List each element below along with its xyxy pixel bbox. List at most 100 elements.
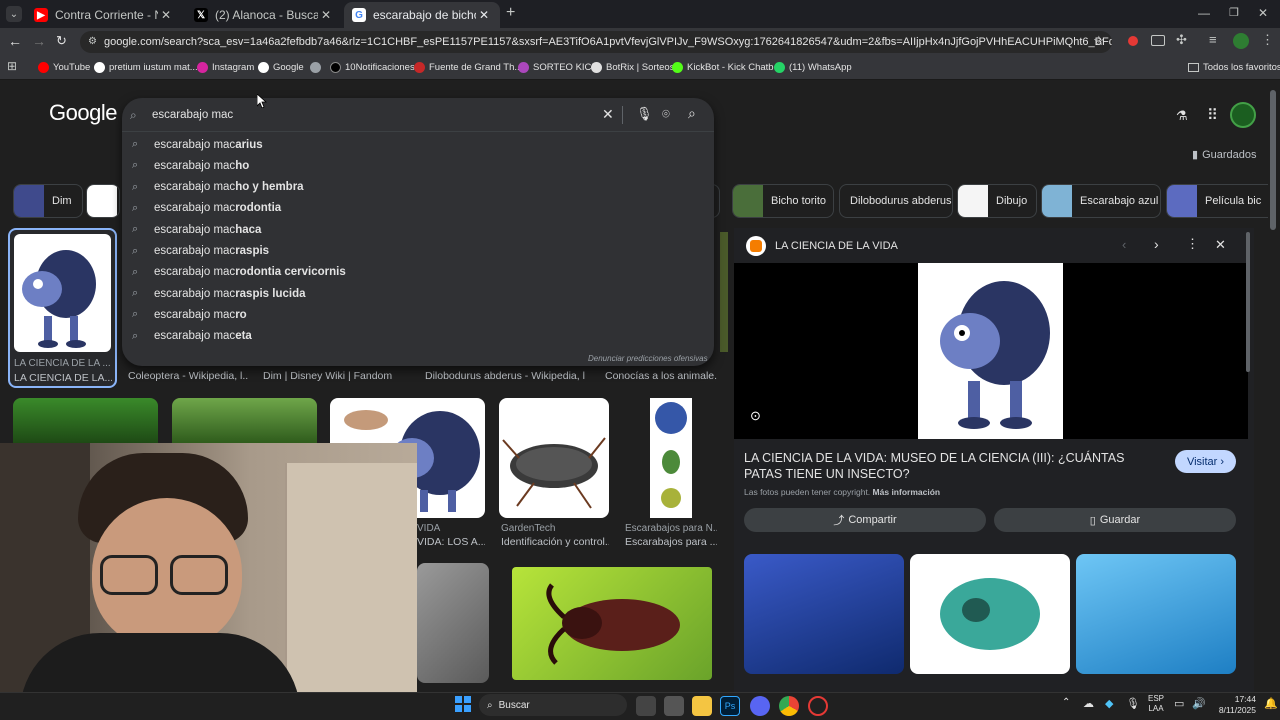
- result-image-ground-beetle[interactable]: [499, 398, 609, 518]
- task-view-icon[interactable]: [636, 696, 656, 716]
- search-submit-icon[interactable]: ⌕: [688, 105, 696, 122]
- saved-link[interactable]: ▮ Guardados: [1192, 148, 1257, 162]
- bookmark-pretium[interactable]: pretium iustum mat...: [94, 59, 198, 75]
- next-icon[interactable]: ›: [1154, 236, 1159, 252]
- minimize-icon[interactable]: —: [1198, 6, 1210, 20]
- result-image-rhino-beetle[interactable]: [512, 567, 712, 680]
- forward-icon[interactable]: →: [32, 33, 46, 49]
- bookmark-instagram[interactable]: Instagram: [197, 59, 254, 75]
- result-image-beetle-green[interactable]: [13, 398, 158, 443]
- related-image-1[interactable]: [744, 554, 904, 674]
- apps-icon[interactable]: ⠿: [1207, 106, 1218, 124]
- discord-icon[interactable]: [750, 696, 770, 716]
- bookmark-star-icon[interactable]: ☆: [1093, 33, 1105, 49]
- suggestion-item[interactable]: ⌕ escarabajo mac raspis: [132, 241, 692, 262]
- suggestion-item[interactable]: ⌕ escarabajo mac ho y hembra: [132, 177, 692, 198]
- result-title[interactable]: Conocías a los animale...: [605, 370, 717, 382]
- clock[interactable]: 17:44 8/11/2025: [1208, 694, 1256, 716]
- result-card-selected[interactable]: LA CIENCIA DE LA ... LA CIENCIA DE LA...: [8, 228, 117, 388]
- media-icon[interactable]: ≡: [1209, 32, 1217, 47]
- result-image-beetle-species[interactable]: [650, 398, 692, 518]
- address-bar[interactable]: ⚙ google.com/search?sca_esv=1a46a2fefbdb…: [80, 31, 1112, 53]
- chip-escarabajo-azul[interactable]: Escarabajo azul: [1041, 184, 1161, 218]
- suggestion-item[interactable]: ⌕ escarabajo mac eta: [132, 326, 692, 347]
- chip-pelicula[interactable]: Película bic: [1166, 184, 1268, 218]
- suggestion-item[interactable]: ⌕ escarabajo mac rodontia cervicornis: [132, 262, 692, 283]
- tab-contra-corriente[interactable]: ▶ Contra Corriente - NOV 06 - Ele ✕: [26, 2, 182, 28]
- result-title[interactable]: Coleoptera - Wikipedia, l...: [128, 370, 248, 382]
- labs-flask-icon[interactable]: ⚗: [1176, 108, 1188, 124]
- reload-icon[interactable]: ↻: [56, 33, 67, 49]
- volume-icon[interactable]: 🔊: [1192, 697, 1206, 710]
- bookmark-sorteo-kick[interactable]: SORTEO KICK: [518, 59, 598, 75]
- bookmark-botrix[interactable]: BotRix | Sorteos: [591, 59, 674, 75]
- result-title[interactable]: VIDA: LOS A...: [417, 536, 485, 548]
- result-title[interactable]: Escarabajos para ...: [625, 536, 717, 548]
- clear-icon[interactable]: ✕: [602, 106, 614, 123]
- obs-record-icon[interactable]: [808, 696, 828, 716]
- tray-chevron-icon[interactable]: ⌃: [1062, 697, 1070, 708]
- back-icon[interactable]: ←: [8, 33, 22, 49]
- extension-icon[interactable]: [1151, 35, 1165, 46]
- camera-lens-icon[interactable]: ⌾: [662, 106, 670, 122]
- tab-alanoca[interactable]: 𝕏 (2) Alanoca - Buscar / X ✕: [186, 2, 342, 28]
- bookmark-globe[interactable]: [310, 59, 325, 75]
- result-title[interactable]: Dim | Disney Wiki | Fandom: [263, 370, 413, 382]
- puzzle-icon[interactable]: ✣: [1176, 32, 1187, 48]
- result-title[interactable]: Dilobodurus abderus - Wikipedia, l...: [425, 370, 585, 382]
- tab-search-icon[interactable]: ⌄: [6, 6, 22, 22]
- suggestion-item[interactable]: ⌕ escarabajo mac raspis lucida: [132, 283, 692, 304]
- related-image-2[interactable]: [910, 554, 1070, 674]
- account-avatar[interactable]: [1230, 102, 1256, 128]
- photoshop-icon[interactable]: Ps: [720, 696, 740, 716]
- result-title[interactable]: Identificación y control...: [501, 536, 609, 548]
- app-icon[interactable]: [664, 696, 684, 716]
- mic-icon[interactable]: 🎙: [636, 106, 653, 122]
- share-button[interactable]: ⤴ Compartir: [744, 508, 986, 532]
- lens-search-icon[interactable]: ⊙: [750, 408, 761, 424]
- result-image-rock-beetle[interactable]: [417, 563, 489, 683]
- save-button[interactable]: ▯ Guardar: [994, 508, 1236, 532]
- taskbar-search[interactable]: ⌕ Buscar: [479, 694, 627, 716]
- cloud-icon[interactable]: ☁: [1083, 697, 1094, 710]
- close-panel-icon[interactable]: ✕: [1215, 237, 1226, 253]
- extension-record-icon[interactable]: [1128, 36, 1138, 46]
- chip-dilobodurus[interactable]: Dilobodurus abderus: [839, 184, 953, 218]
- tray-app-icon[interactable]: ◆: [1105, 697, 1113, 710]
- tab-escarabajo[interactable]: G escarabajo de bichos - Buscar c ✕: [344, 2, 500, 28]
- search-input[interactable]: [152, 106, 592, 124]
- windows-start-icon[interactable]: [455, 696, 471, 712]
- close-icon[interactable]: ✕: [158, 8, 174, 22]
- suggestion-item[interactable]: ⌕ escarabajo mac ho: [132, 155, 692, 176]
- panel-source[interactable]: LA CIENCIA DE LA VIDA: [775, 240, 898, 252]
- visit-button[interactable]: Visitar ›: [1175, 450, 1236, 473]
- bookmark-kickbot[interactable]: KickBot - Kick Chatb...: [672, 59, 782, 75]
- restore-icon[interactable]: ❐: [1229, 6, 1239, 19]
- chrome-icon[interactable]: [779, 696, 799, 716]
- apps-grid-icon[interactable]: ⊞: [7, 59, 17, 73]
- prev-icon[interactable]: ‹: [1122, 237, 1126, 252]
- bookmark-google[interactable]: Google: [258, 59, 304, 75]
- related-image-3[interactable]: [1076, 554, 1236, 674]
- notification-icon[interactable]: 🔔: [1264, 697, 1278, 710]
- suggestion-item[interactable]: ⌕ escarabajo mac haca: [132, 219, 692, 240]
- google-logo[interactable]: Google: [49, 100, 117, 126]
- panel-scrollbar[interactable]: [1246, 232, 1250, 372]
- bookmark-10notificaciones[interactable]: 10Notificaciones: [330, 59, 415, 75]
- chip-spider[interactable]: [86, 184, 120, 218]
- mic-tray-icon[interactable]: 🎙: [1126, 697, 1140, 710]
- close-icon[interactable]: ✕: [318, 8, 334, 22]
- panel-title[interactable]: LA CIENCIA DE LA VIDA: MUSEO DE LA CIENC…: [744, 450, 1164, 482]
- more-info-link[interactable]: Más información: [873, 487, 941, 497]
- report-predictions-link[interactable]: Denunciar predicciones ofensivas: [588, 354, 708, 363]
- result-title[interactable]: LA CIENCIA DE LA...: [14, 372, 112, 384]
- chip-dim[interactable]: Dim: [13, 184, 83, 218]
- all-bookmarks[interactable]: Todos los favoritos: [1188, 59, 1280, 75]
- bookmark-youtube[interactable]: YouTube: [38, 59, 90, 75]
- new-tab-button[interactable]: +: [506, 4, 515, 22]
- chip-dibujo[interactable]: Dibujo: [957, 184, 1037, 218]
- close-icon[interactable]: ✕: [476, 8, 492, 22]
- page-scrollbar[interactable]: [1270, 90, 1276, 230]
- chip-bicho-torito[interactable]: Bicho torito: [732, 184, 834, 218]
- panel-image[interactable]: [918, 263, 1063, 439]
